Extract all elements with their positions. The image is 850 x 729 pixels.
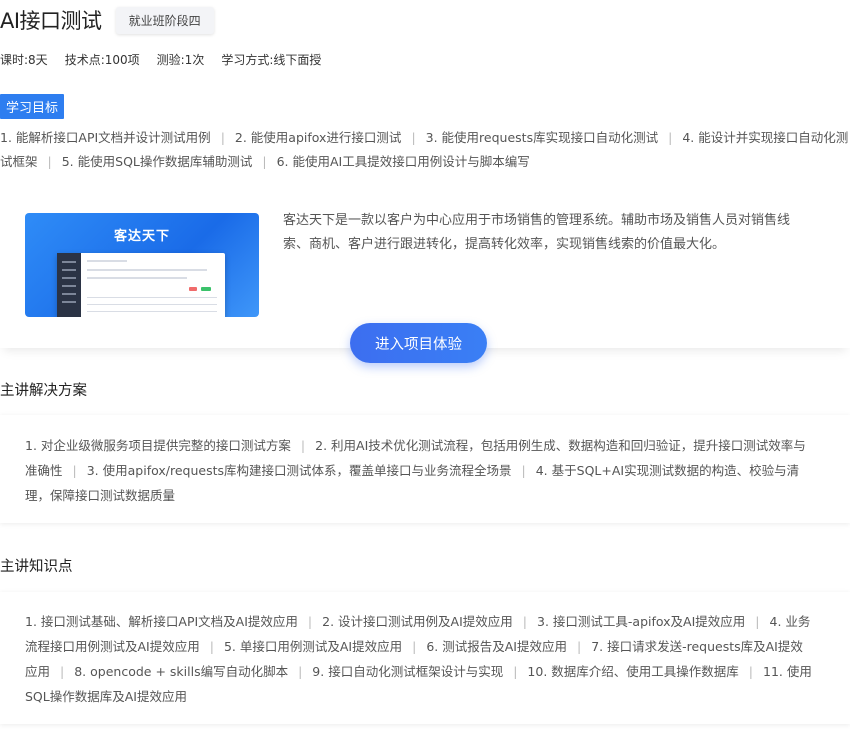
course-title: AI接口测试: [0, 9, 102, 33]
meta-learning-mode: 学习方式:线下面授: [221, 53, 322, 67]
knowledge-item: 6. 测试报告及AI提效应用: [426, 639, 567, 654]
preview-line: [87, 297, 217, 298]
goal-item: 6. 能使用AI工具提效接口用例设计与脚本编写: [276, 154, 530, 169]
knowledge-item: 3. 接口测试工具-apifox及AI提效应用: [537, 614, 746, 629]
knowledge-list: 1. 接口测试基础、解析接口API文档及AI提效应用 | 2. 设计接口测试用例及A…: [25, 609, 815, 709]
knowledge-item: 10. 数据库介绍、使用工具操作数据库: [527, 664, 739, 679]
separator: |: [300, 438, 306, 453]
stage-badge: 就业班阶段四: [115, 6, 214, 34]
knowledge-item: 8. opencode + skills编写自动化脚本: [74, 664, 289, 679]
solution-item: 3. 使用apifox/requests库构建接口测试体系，覆盖单接口与业务流程…: [86, 463, 512, 478]
preview-line: [87, 269, 207, 271]
knowledge-item: 1. 接口测试基础、解析接口API文档及AI提效应用: [25, 614, 298, 629]
preview-line: [87, 311, 217, 312]
goals-list: 1. 能解析接口API文档并设计测试用例 | 2. 能使用apifox进行接口测试 |…: [0, 126, 850, 174]
knowledge-card: 1. 接口测试基础、解析接口API文档及AI提效应用 | 2. 设计接口测试用例及A…: [0, 592, 850, 724]
project-screenshot[interactable]: 客达天下: [25, 213, 259, 317]
solution-list: 1. 对企业级微服务项目提供完整的接口测试方案 | 2. 利用AI技术优化测试流程，…: [25, 433, 815, 508]
separator: |: [412, 639, 417, 654]
goal-item: 3. 能使用requests库实现接口自动化测试: [425, 130, 659, 145]
meta-duration: 课时:8天: [0, 53, 48, 67]
preview-line: [87, 304, 217, 305]
project-description: 客达天下是一款以客户为中心应用于市场销售的管理系统。辅助市场及销售人员对销售线索…: [283, 213, 791, 252]
knowledge-item: 5. 单接口用例测试及AI提效应用: [223, 639, 403, 654]
solution-item: 1. 对企业级微服务项目提供完整的接口测试方案: [25, 438, 291, 453]
meta-tech-points: 技术点:100项: [64, 53, 140, 67]
separator: |: [298, 664, 303, 679]
preview-red-button: [189, 287, 197, 291]
goal-item: 2. 能使用apifox进行接口测试: [234, 130, 402, 145]
separator: |: [307, 614, 313, 629]
separator: |: [522, 614, 527, 629]
goals-tag: 学习目标: [0, 94, 65, 119]
preview-line: [87, 277, 187, 279]
separator: |: [72, 463, 77, 478]
preview-line: [87, 260, 127, 262]
knowledge-item: 2. 设计接口测试用例及AI提效应用: [322, 614, 513, 629]
solution-title: 主讲解决方案: [0, 383, 87, 399]
separator: |: [47, 154, 52, 169]
meta-quiz: 测验:1次: [156, 53, 205, 67]
separator: |: [513, 664, 518, 679]
preview-green-button: [201, 287, 211, 291]
course-meta: 课时:8天 技术点:100项 测验:1次 学习方式:线下面授: [0, 51, 338, 68]
knowledge-title: 主讲知识点: [0, 559, 73, 575]
project-image-title: 客达天下: [113, 229, 170, 244]
separator: |: [209, 639, 214, 654]
separator: |: [748, 664, 753, 679]
separator: |: [576, 639, 582, 654]
separator: |: [220, 130, 225, 145]
knowledge-item: 9. 接口自动化测试框架设计与实现: [312, 664, 504, 679]
separator: |: [521, 463, 526, 478]
solution-card: 1. 对企业级微服务项目提供完整的接口测试方案 | 2. 利用AI技术优化测试流程，…: [0, 415, 850, 523]
app-preview-window: [57, 253, 225, 317]
separator: |: [60, 664, 65, 679]
goal-item: 1. 能解析接口API文档并设计测试用例: [0, 130, 211, 145]
goal-item: 5. 能使用SQL操作数据库辅助测试: [61, 154, 253, 169]
separator: |: [755, 614, 760, 629]
separator: |: [411, 130, 416, 145]
separator: |: [262, 154, 267, 169]
app-preview-sidebar: [57, 253, 81, 317]
course-header: AI接口测试 就业班阶段四: [0, 4, 214, 36]
enter-project-button[interactable]: 进入项目体验: [350, 323, 487, 363]
separator: |: [668, 130, 673, 145]
